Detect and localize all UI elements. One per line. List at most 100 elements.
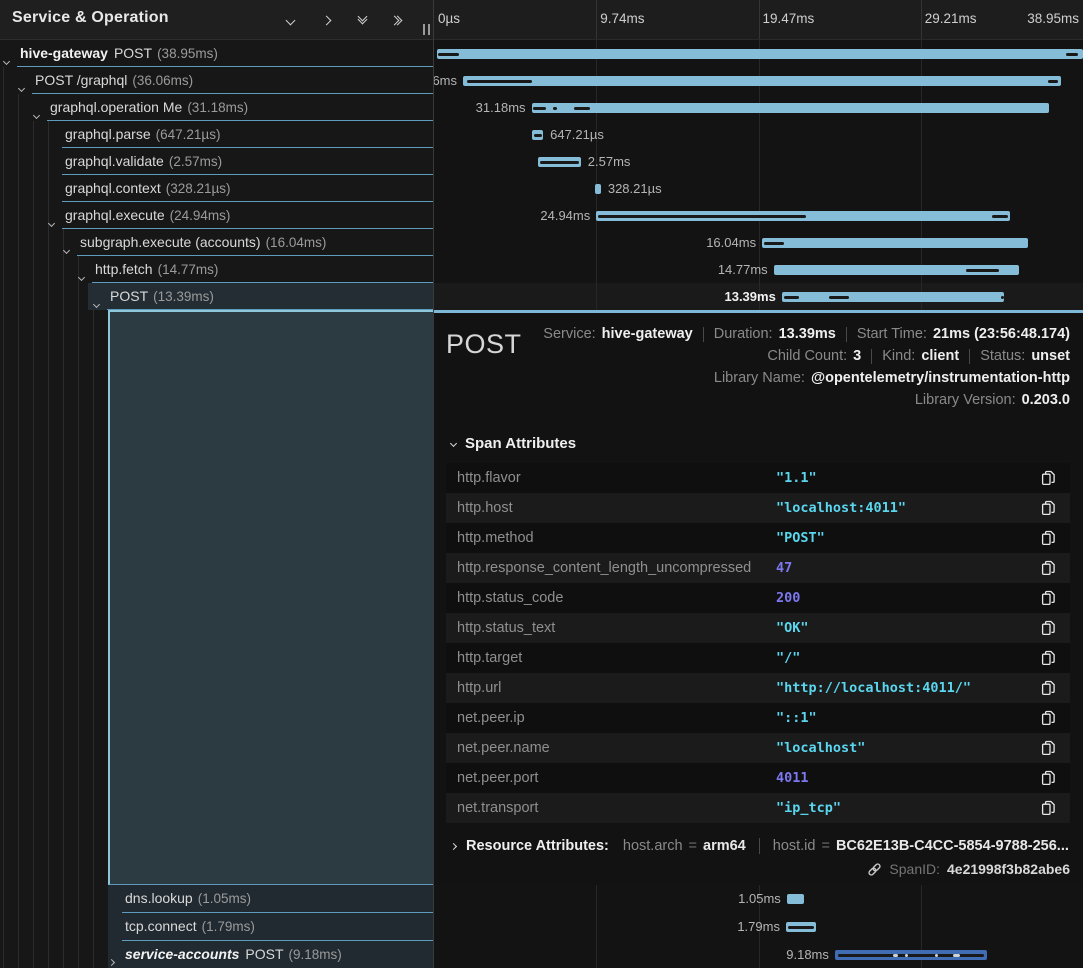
bar-child-mark xyxy=(533,107,545,110)
span-attributes-toggle[interactable]: Span Attributes xyxy=(451,433,1070,453)
collapse-all-icon[interactable] xyxy=(355,13,369,27)
span-bar-row[interactable]: 31.18ms xyxy=(434,94,1083,121)
span-tree-row[interactable]: graphql.context(328.21µs) xyxy=(0,175,434,202)
bar-child-mark xyxy=(553,107,557,110)
span-bar-row[interactable]: 16.04ms xyxy=(434,229,1083,256)
indent-guide xyxy=(93,283,94,968)
span-bar-row[interactable]: 38.95ms xyxy=(434,40,1083,67)
attribute-row: net.peer.port4011 xyxy=(446,763,1070,793)
copy-icon[interactable] xyxy=(1041,560,1057,576)
bar-duration-label: 36.06ms xyxy=(434,73,457,88)
span-tree-row[interactable]: http.fetch(14.77ms) xyxy=(0,256,434,283)
span-bar-row[interactable]: 9.18ms xyxy=(434,941,1083,968)
copy-icon[interactable] xyxy=(1041,800,1057,816)
bar-child-mark xyxy=(438,53,459,56)
copy-icon[interactable] xyxy=(1041,470,1057,486)
span-bar-row[interactable]: 24.94ms xyxy=(434,202,1083,229)
span-tree-row[interactable]: POST(13.39ms) xyxy=(0,283,434,310)
span-tree-row[interactable]: subgraph.execute (accounts)(16.04ms) xyxy=(0,229,434,256)
resource-value: BC62E13B-C4CC-5854-9788-256... xyxy=(836,838,1069,854)
span-duration-bar[interactable] xyxy=(463,76,1061,86)
attribute-value: "1.1" xyxy=(776,470,817,486)
span-bar-row[interactable]: 13.39ms xyxy=(434,283,1083,310)
tree-header-icons xyxy=(283,0,405,40)
span-name-label: POST(13.39ms) xyxy=(110,288,214,304)
meta-label: Duration: xyxy=(714,326,773,342)
span-name-label: subgraph.execute (accounts)(16.04ms) xyxy=(80,234,326,250)
resource-key: host.arch xyxy=(623,838,683,854)
copy-icon[interactable] xyxy=(1041,500,1057,516)
attribute-key: http.status_code xyxy=(457,590,563,606)
span-bar-row[interactable]: 1.79ms xyxy=(434,913,1083,941)
attribute-key: net.peer.port xyxy=(457,770,538,786)
attribute-value: "/" xyxy=(776,650,800,666)
attribute-row: net.peer.ip"::1" xyxy=(446,703,1070,733)
timeline-gridline xyxy=(596,256,597,283)
collapse-one-icon[interactable] xyxy=(283,13,297,27)
span-tree-panel: Service & Operation hive-gatewayPOST(38.… xyxy=(0,0,434,968)
attribute-value: 47 xyxy=(776,560,792,576)
span-duration-bar[interactable] xyxy=(595,184,600,194)
attribute-value: "ip_tcp" xyxy=(776,800,841,816)
span-duration-bar[interactable] xyxy=(762,238,1028,248)
attribute-row: http.target"/" xyxy=(446,643,1070,673)
span-duration-bar[interactable] xyxy=(532,103,1049,113)
detail-meta-line: Child Count:3Kind:clientStatus:unset xyxy=(543,345,1070,367)
bar-duration-label: 1.79ms xyxy=(737,919,780,934)
span-tree-row[interactable]: POST /graphql(36.06ms) xyxy=(0,67,434,94)
span-tree-row[interactable]: graphql.parse(647.21µs) xyxy=(0,121,434,148)
attribute-row: http.flavor"1.1" xyxy=(446,463,1070,493)
span-duration-bar[interactable] xyxy=(787,894,804,904)
copy-icon[interactable] xyxy=(1041,530,1057,546)
span-bar-row[interactable]: 36.06ms xyxy=(434,67,1083,94)
span-bar-row[interactable]: 1.05ms xyxy=(434,885,1083,913)
chevron-down-icon[interactable] xyxy=(94,294,99,312)
timeline-gridline xyxy=(921,885,922,913)
span-duration-bar[interactable] xyxy=(782,292,1004,302)
chevron-right-icon[interactable] xyxy=(109,952,114,968)
indent-guide xyxy=(63,229,64,968)
meta-separator xyxy=(846,327,847,342)
copy-icon[interactable] xyxy=(1041,740,1057,756)
resource-attributes-row[interactable]: Resource Attributes: host.arch=arm64host… xyxy=(446,838,1070,854)
span-tree-row[interactable]: hive-gatewayPOST(38.95ms) xyxy=(0,40,434,67)
copy-icon[interactable] xyxy=(1041,770,1057,786)
span-detail-meta: Service:hive-gatewayDuration:13.39msStar… xyxy=(543,323,1070,411)
span-bar-row[interactable]: 14.77ms xyxy=(434,256,1083,283)
bar-child-mark xyxy=(574,107,591,110)
expand-all-icon[interactable] xyxy=(391,13,405,27)
span-tree-row[interactable]: graphql.operation Me(31.18ms) xyxy=(0,94,434,121)
span-id-row: SpanID: 4e21998f3b82abe6 xyxy=(446,861,1070,877)
span-name-label: tcp.connect(1.79ms) xyxy=(125,918,255,934)
span-tree-row[interactable]: service-accountsPOST(9.18ms) xyxy=(0,941,434,968)
bar-duration-label: 16.04ms xyxy=(706,235,756,250)
span-duration-bar[interactable] xyxy=(437,49,1083,59)
expand-one-icon[interactable] xyxy=(319,13,333,27)
span-bar-row[interactable]: 647.21µs xyxy=(434,121,1083,148)
panel-resize-handle[interactable] xyxy=(423,24,430,35)
bar-child-mark xyxy=(953,954,959,957)
span-id-label: SpanID: xyxy=(889,861,940,877)
span-bar-row[interactable]: 2.57ms xyxy=(434,148,1083,175)
detail-meta-line: Library Name:@opentelemetry/instrumentat… xyxy=(543,367,1070,389)
timeline-gridline xyxy=(759,148,760,175)
bar-child-mark xyxy=(838,954,985,957)
copy-icon[interactable] xyxy=(1041,710,1057,726)
copy-icon[interactable] xyxy=(1041,680,1057,696)
span-tree-row[interactable]: tcp.connect(1.79ms) xyxy=(0,913,434,941)
span-tree-row[interactable]: dns.lookup(1.05ms) xyxy=(0,885,434,913)
span-bar-row[interactable]: 328.21µs xyxy=(434,175,1083,202)
copy-icon[interactable] xyxy=(1041,590,1057,606)
copy-icon[interactable] xyxy=(1041,650,1057,666)
copy-icon[interactable] xyxy=(1041,620,1057,636)
bar-child-mark xyxy=(1001,296,1004,299)
timeline-gridline xyxy=(921,175,922,202)
bar-child-mark xyxy=(764,242,783,245)
link-icon[interactable] xyxy=(867,862,882,877)
attribute-row: http.method"POST" xyxy=(446,523,1070,553)
meta-value: unset xyxy=(1031,348,1070,364)
span-tree-row[interactable]: graphql.validate(2.57ms) xyxy=(0,148,434,175)
span-tree-row[interactable]: graphql.execute(24.94ms) xyxy=(0,202,434,229)
meta-label: Child Count: xyxy=(767,348,847,364)
attribute-row: http.response_content_length_uncompresse… xyxy=(446,553,1070,583)
